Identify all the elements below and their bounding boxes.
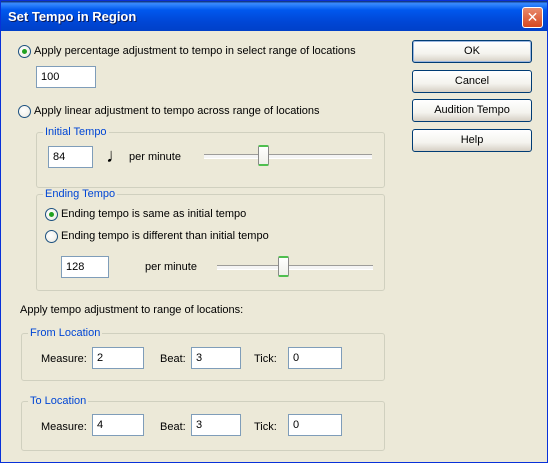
close-button[interactable]: ✕: [522, 7, 543, 28]
initial-tempo-title: Initial Tempo: [43, 126, 109, 138]
from-measure-input[interactable]: [92, 347, 144, 369]
ending-same-radio[interactable]: [45, 208, 58, 221]
ending-different-radio[interactable]: [45, 230, 58, 243]
ending-tempo-unit: per minute: [145, 261, 197, 273]
to-tick-input[interactable]: [288, 414, 342, 436]
to-measure-input[interactable]: [92, 414, 144, 436]
ending-tempo-title: Ending Tempo: [43, 188, 118, 200]
ending-same-label: Ending tempo is same as initial tempo: [61, 208, 247, 220]
percentage-input[interactable]: [36, 66, 96, 88]
audition-tempo-button[interactable]: Audition Tempo: [412, 99, 532, 122]
percentage-label: Apply percentage adjustment to tempo in …: [34, 45, 356, 57]
initial-tempo-input[interactable]: [48, 146, 93, 168]
help-button[interactable]: Help: [412, 129, 532, 152]
to-location-title: To Location: [28, 395, 89, 407]
ending-tempo-slider-track: [217, 265, 373, 270]
to-beat-label: Beat:: [160, 421, 186, 433]
dialog-window: Set Tempo in Region ✕ Apply percentage a…: [0, 0, 548, 463]
linear-label: Apply linear adjustment to tempo across …: [34, 105, 320, 117]
to-measure-label: Measure:: [41, 421, 87, 433]
cancel-button[interactable]: Cancel: [412, 70, 532, 93]
ending-tempo-slider-thumb[interactable]: [278, 256, 289, 277]
initial-tempo-unit: per minute: [129, 151, 181, 163]
from-beat-label: Beat:: [160, 353, 186, 365]
initial-tempo-slider-track: [204, 154, 372, 159]
from-measure-label: Measure:: [41, 353, 87, 365]
quarter-note-icon: ♩: [106, 145, 126, 167]
from-location-title: From Location: [28, 327, 103, 339]
from-tick-input[interactable]: [288, 347, 342, 369]
title-bar: Set Tempo in Region ✕: [1, 1, 547, 31]
from-beat-input[interactable]: [191, 347, 241, 369]
window-title: Set Tempo in Region: [8, 9, 137, 24]
linear-radio[interactable]: [18, 105, 31, 118]
to-beat-input[interactable]: [191, 414, 241, 436]
dialog-body: Apply percentage adjustment to tempo in …: [1, 31, 547, 462]
ok-button[interactable]: OK: [412, 40, 532, 63]
initial-tempo-slider-thumb[interactable]: [258, 145, 269, 166]
to-tick-label: Tick:: [254, 421, 277, 433]
range-label: Apply tempo adjustment to range of locat…: [20, 304, 244, 316]
close-icon: ✕: [526, 9, 539, 25]
from-tick-label: Tick:: [254, 353, 277, 365]
percentage-radio[interactable]: [18, 45, 31, 58]
ending-tempo-input[interactable]: [61, 256, 109, 278]
ending-different-label: Ending tempo is different than initial t…: [61, 230, 269, 242]
